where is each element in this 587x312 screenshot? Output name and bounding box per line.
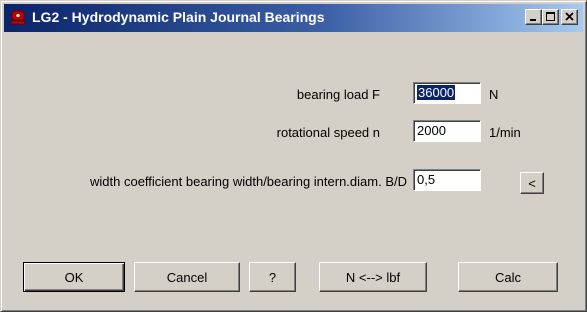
- window-title: LG2 - Hydrodynamic Plain Journal Bearing…: [32, 9, 325, 25]
- bearing-load-value: 36000: [417, 85, 456, 100]
- minimize-icon: [530, 19, 536, 21]
- rotational-speed-input[interactable]: 2000: [413, 120, 481, 142]
- maximize-button[interactable]: [542, 9, 559, 25]
- bearing-load-input[interactable]: 36000: [413, 82, 481, 104]
- width-coefficient-value: 0,5: [417, 172, 436, 187]
- calc-button[interactable]: Calc: [458, 262, 558, 292]
- width-coefficient-back-button[interactable]: <: [520, 172, 544, 194]
- bearing-load-unit: N: [489, 87, 499, 102]
- close-icon: [565, 12, 574, 21]
- dialog-window: LG2 - Hydrodynamic Plain Journal Bearing…: [0, 0, 587, 312]
- bearing-icon: [10, 10, 26, 26]
- rotational-speed-value: 2000: [417, 123, 446, 138]
- width-coefficient-input[interactable]: 0,5: [413, 169, 481, 191]
- close-button[interactable]: [561, 9, 578, 25]
- rotational-speed-unit: 1/min: [489, 125, 521, 140]
- maximize-icon: [546, 12, 555, 21]
- rotational-speed-label: rotational speed n: [276, 125, 380, 140]
- bearing-load-label: bearing load F: [296, 87, 380, 102]
- cancel-button[interactable]: Cancel: [134, 262, 240, 292]
- minimize-button[interactable]: [525, 9, 542, 25]
- width-coefficient-label: width coefficient bearing width/bearing …: [90, 174, 407, 189]
- help-button[interactable]: ?: [249, 262, 296, 292]
- title-bar[interactable]: LG2 - Hydrodynamic Plain Journal Bearing…: [4, 4, 583, 32]
- unit-convert-button[interactable]: N <--> lbf: [319, 262, 427, 292]
- ok-button[interactable]: OK: [23, 262, 125, 292]
